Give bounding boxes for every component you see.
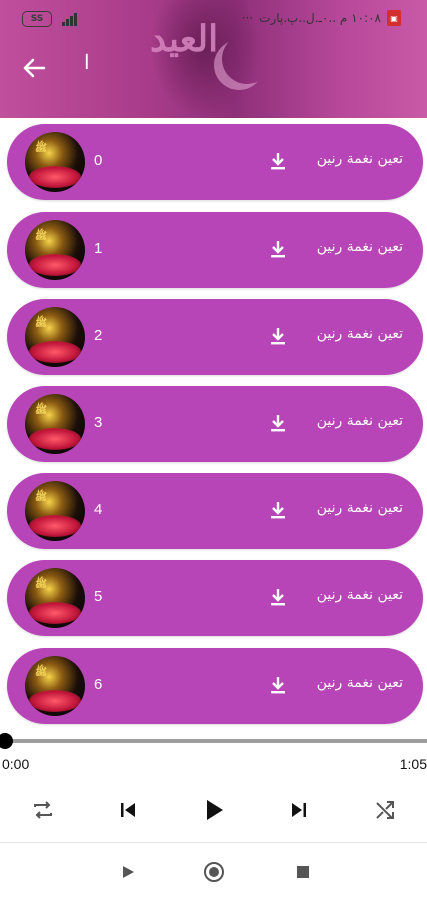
item-number: 3 bbox=[94, 414, 103, 431]
nav-back-button[interactable] bbox=[115, 859, 141, 885]
item-number: 5 bbox=[94, 588, 103, 605]
ringtone-thumbnail: ﷺ bbox=[25, 481, 85, 541]
nav-circle-icon bbox=[204, 862, 224, 882]
download-button[interactable] bbox=[268, 326, 288, 346]
next-button[interactable] bbox=[283, 794, 315, 826]
download-icon bbox=[271, 677, 285, 694]
ringtone-thumbnail: ﷺ bbox=[25, 568, 85, 628]
status-text: ١٠:٠٨ م ..٠ـ.ل..پ.پارت bbox=[259, 11, 381, 25]
arrow-left-icon bbox=[23, 58, 46, 78]
back-button[interactable] bbox=[18, 52, 50, 84]
previous-button[interactable] bbox=[112, 794, 144, 826]
set-ringtone-label[interactable]: تعين نغمة رنين bbox=[317, 500, 403, 516]
download-icon bbox=[271, 502, 285, 519]
status-bar: SS ▣ ١٠:٠٨ م ..٠ـ.ل..پ.پارت ··· bbox=[0, 0, 427, 36]
download-button[interactable] bbox=[268, 413, 288, 433]
status-dots: ··· bbox=[241, 11, 254, 25]
notification-icon: ▣ bbox=[387, 10, 401, 26]
download-button[interactable] bbox=[268, 239, 288, 259]
play-button[interactable] bbox=[198, 794, 230, 826]
status-right: ▣ ١٠:٠٨ م ..٠ـ.ل..پ.پارت ··· bbox=[242, 10, 401, 26]
download-button[interactable] bbox=[268, 151, 288, 171]
header-title: ا bbox=[84, 52, 90, 74]
nav-square-icon bbox=[297, 866, 309, 878]
item-number: 6 bbox=[94, 676, 103, 693]
set-ringtone-label[interactable]: تعين نغمة رنين bbox=[317, 151, 403, 167]
list-item[interactable]: ﷺ 3 تعين نغمة رنين bbox=[7, 386, 423, 462]
download-button[interactable] bbox=[268, 675, 288, 695]
download-button[interactable] bbox=[268, 587, 288, 607]
shuffle-icon bbox=[376, 801, 394, 819]
shuffle-button[interactable] bbox=[369, 794, 401, 826]
current-time: 0:00 bbox=[2, 756, 30, 772]
ringtone-thumbnail: ﷺ bbox=[25, 220, 85, 280]
skip-previous-icon bbox=[121, 803, 135, 817]
list-item[interactable]: ﷺ 1 تعين نغمة رنين bbox=[7, 212, 423, 288]
list-item[interactable]: ﷺ 5 تعين نغمة رنين bbox=[7, 560, 423, 636]
set-ringtone-label[interactable]: تعين نغمة رنين bbox=[317, 587, 403, 603]
repeat-icon bbox=[34, 801, 52, 819]
signal-icon bbox=[62, 12, 82, 26]
nav-recents-button[interactable] bbox=[290, 859, 316, 885]
ringtone-list[interactable]: ﷺ 0 تعين نغمة رنين ﷺ 1 تعين نغمة رنين ﷺ … bbox=[0, 118, 427, 728]
set-ringtone-label[interactable]: تعين نغمة رنين bbox=[317, 675, 403, 691]
item-number: 1 bbox=[94, 240, 103, 257]
item-number: 2 bbox=[94, 327, 103, 344]
download-icon bbox=[271, 328, 285, 345]
ringtone-thumbnail: ﷺ bbox=[25, 656, 85, 716]
seek-bar[interactable] bbox=[0, 733, 427, 749]
list-item[interactable]: ﷺ 0 تعين نغمة رنين bbox=[7, 124, 423, 200]
set-ringtone-label[interactable]: تعين نغمة رنين bbox=[317, 326, 403, 342]
list-item[interactable]: ﷺ 6 تعين نغمة رنين bbox=[7, 648, 423, 724]
app-screen: العيد SS ▣ ١٠:٠٨ م ..٠ـ.ل..پ.پارت ··· ا … bbox=[0, 0, 427, 900]
sim-icon: SS bbox=[22, 11, 52, 27]
ringtone-thumbnail: ﷺ bbox=[25, 394, 85, 454]
item-number: 4 bbox=[94, 501, 103, 518]
play-icon bbox=[207, 800, 223, 820]
ringtone-thumbnail: ﷺ bbox=[25, 307, 85, 367]
download-icon bbox=[271, 153, 285, 170]
system-nav-bar bbox=[0, 843, 427, 900]
ringtone-thumbnail: ﷺ bbox=[25, 132, 85, 192]
download-icon bbox=[271, 415, 285, 432]
header: العيد SS ▣ ١٠:٠٨ م ..٠ـ.ل..پ.پارت ··· ا bbox=[0, 0, 427, 118]
set-ringtone-label[interactable]: تعين نغمة رنين bbox=[317, 413, 403, 429]
download-icon bbox=[271, 589, 285, 606]
skip-next-icon bbox=[292, 803, 306, 817]
nav-triangle-icon bbox=[123, 866, 134, 878]
nav-home-button[interactable] bbox=[201, 859, 227, 885]
status-left: SS bbox=[22, 11, 82, 27]
item-number: 0 bbox=[94, 152, 103, 169]
list-item[interactable]: ﷺ 4 تعين نغمة رنين bbox=[7, 473, 423, 549]
download-icon bbox=[271, 241, 285, 258]
repeat-button[interactable] bbox=[27, 794, 59, 826]
header-moon-decoration bbox=[222, 34, 272, 84]
list-item[interactable]: ﷺ 2 تعين نغمة رنين bbox=[7, 299, 423, 375]
seek-thumb[interactable] bbox=[0, 733, 13, 749]
seek-track[interactable] bbox=[0, 739, 427, 743]
set-ringtone-label[interactable]: تعين نغمة رنين bbox=[317, 239, 403, 255]
total-time: 1:05 bbox=[399, 756, 427, 772]
download-button[interactable] bbox=[268, 500, 288, 520]
player-controls bbox=[0, 790, 427, 830]
